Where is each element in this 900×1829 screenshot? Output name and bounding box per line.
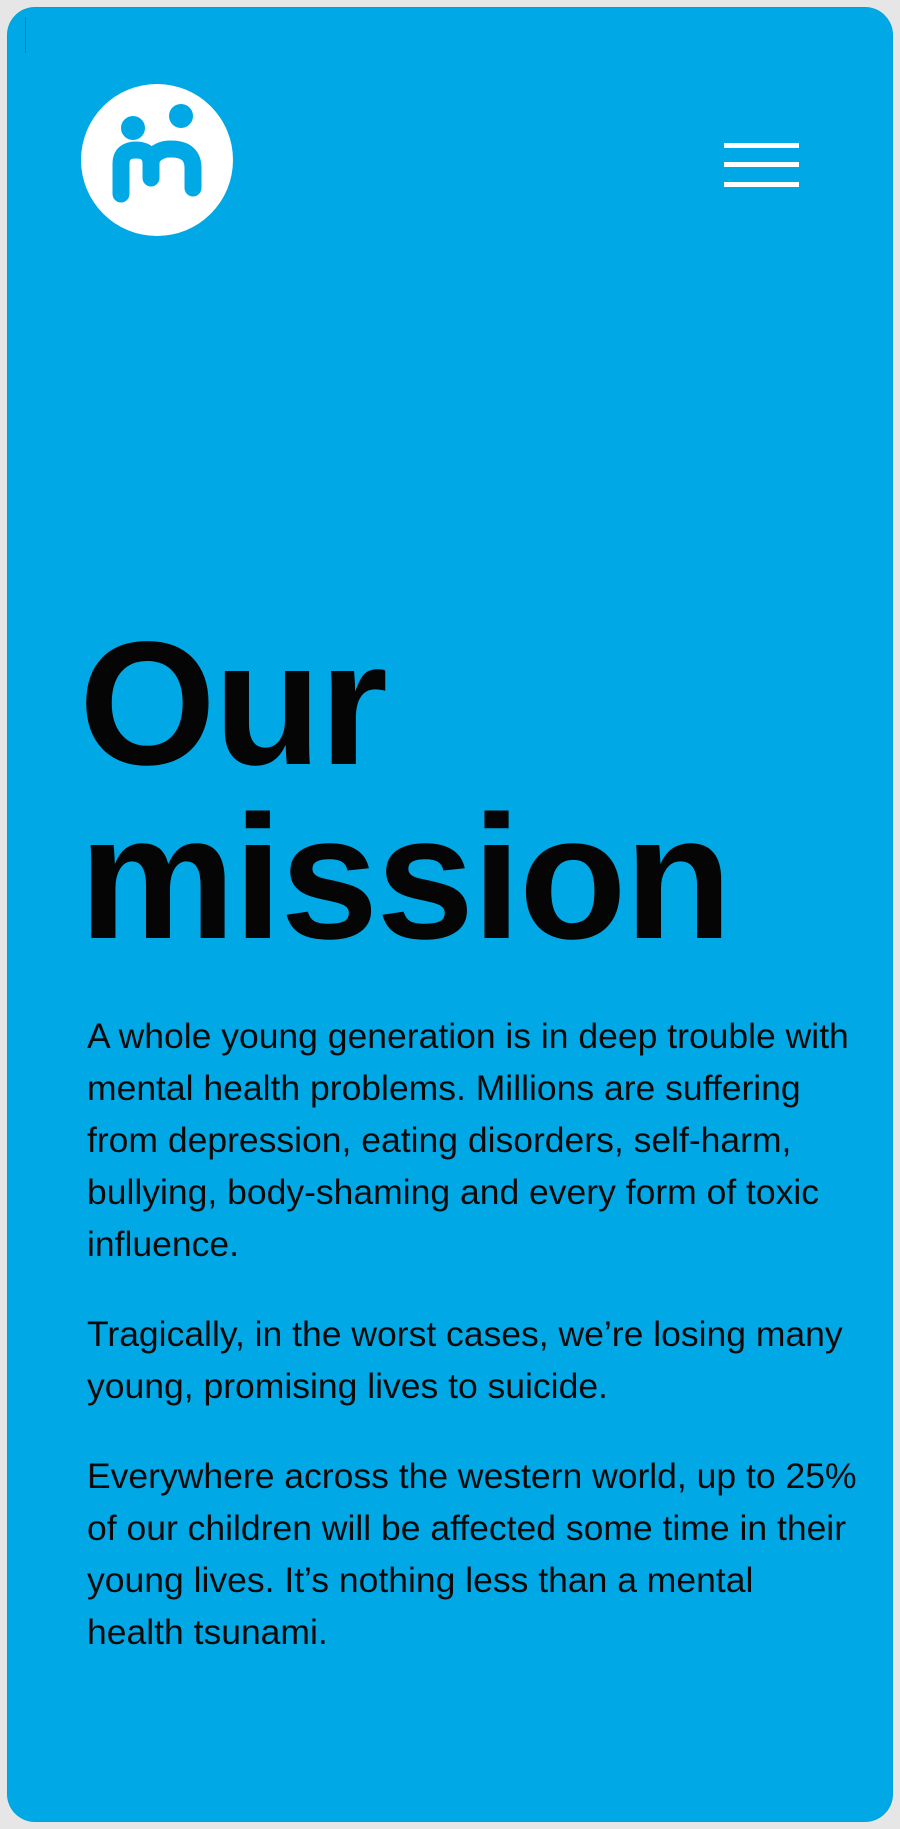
- title-line-2: mission: [79, 780, 732, 976]
- hamburger-menu-icon[interactable]: [721, 137, 801, 201]
- two-people-logo-icon: [112, 104, 202, 203]
- mission-text: A whole young generation is in deep trou…: [87, 1010, 857, 1696]
- text-cursor: [25, 17, 26, 53]
- menu-bar: [724, 143, 799, 148]
- logo-icon[interactable]: [81, 84, 233, 236]
- paragraph-2: Tragically, in the worst cases, we’re lo…: [87, 1314, 843, 1406]
- paragraph-1: A whole young generation is in deep trou…: [87, 1016, 849, 1264]
- menu-bar: [724, 182, 799, 187]
- page-frame: Our mission A whole young generation is …: [7, 7, 893, 1822]
- menu-bar: [724, 162, 799, 167]
- title-line-1: Our: [79, 606, 388, 802]
- paragraph-3: Everywhere across the western world, up …: [87, 1456, 857, 1652]
- page-title: Our mission: [79, 606, 859, 976]
